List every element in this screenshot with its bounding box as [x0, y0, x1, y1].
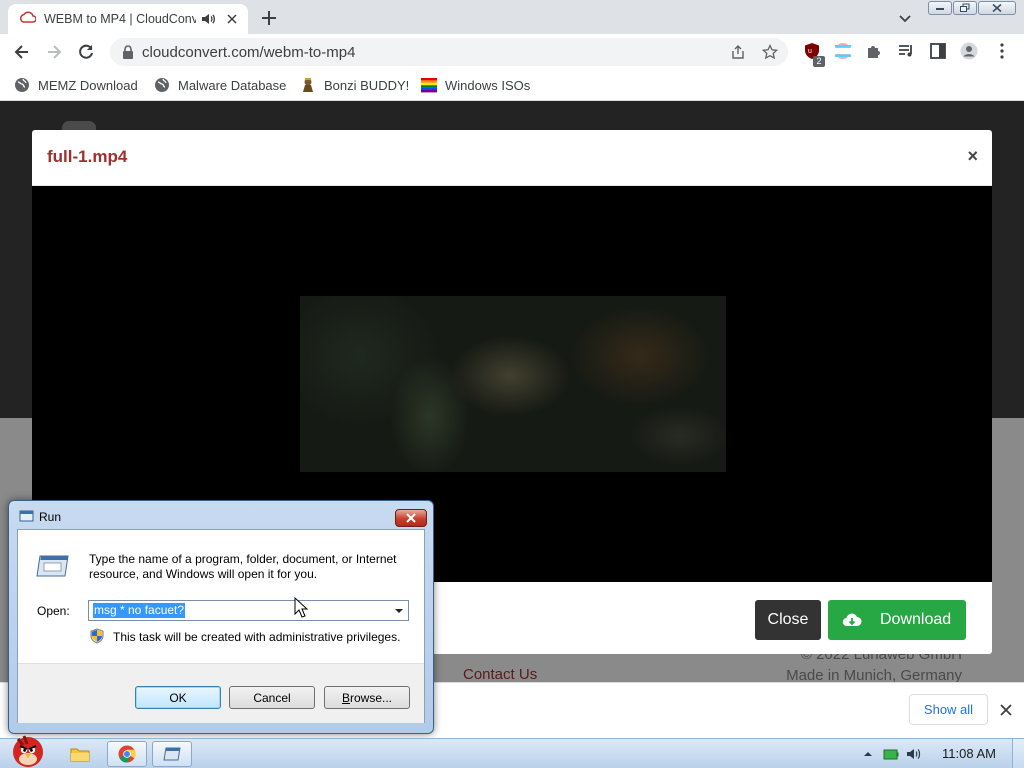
rainbow-flag-icon	[421, 78, 437, 93]
admin-privilege-note: This task will be created with administr…	[113, 630, 401, 644]
close-icon[interactable]	[224, 11, 240, 27]
star-icon[interactable]	[762, 44, 778, 60]
open-label: Open:	[37, 604, 70, 618]
run-titlebar[interactable]: Run	[9, 501, 433, 531]
bookmark-malware-database[interactable]: Malware Database	[154, 76, 286, 94]
run-window-icon	[163, 747, 181, 761]
bookmark-memz-download[interactable]: MEMZ Download	[14, 76, 138, 94]
run-dialog: Run Type the name of a program, folder, …	[8, 500, 434, 734]
address-bar[interactable]: cloudconvert.com/webm-to-mp4	[110, 38, 788, 66]
chrome-icon	[118, 745, 136, 763]
taskbar: 11:08 AM	[0, 735, 1024, 768]
restore-icon	[960, 3, 970, 12]
run-close-button[interactable]	[395, 509, 427, 527]
window-close-button[interactable]	[978, 1, 1016, 15]
run-window-icon	[19, 510, 34, 522]
tab-title: WEBM to MP4 | CloudConv	[44, 12, 196, 26]
video-frame	[300, 296, 726, 472]
battery-icon[interactable]	[883, 746, 899, 762]
browse-mnemonic: B	[341, 690, 350, 705]
plus-icon[interactable]	[258, 7, 280, 29]
bookmark-windows-isos[interactable]: Windows ISOs	[421, 76, 530, 94]
uac-shield-icon	[90, 628, 104, 644]
speaker-icon[interactable]	[200, 11, 216, 27]
modal-title: full-1.mp4	[47, 147, 128, 166]
bookmark-label: Windows ISOs	[445, 77, 531, 93]
run-open-combobox[interactable]: msg * no facuet?	[88, 600, 409, 621]
dropdown-arrow-icon[interactable]	[392, 603, 406, 618]
svg-text:u: u	[808, 48, 812, 55]
url-text[interactable]: cloudconvert.com/webm-to-mp4	[142, 44, 355, 61]
cancel-button[interactable]: Cancel	[229, 686, 315, 709]
browse-button[interactable]: Browse...	[324, 686, 410, 709]
media-queue-icon[interactable]	[897, 42, 915, 60]
minimize-icon	[936, 8, 944, 10]
kebab-menu-icon[interactable]	[993, 42, 1011, 60]
bookmark-label: MEMZ Download	[38, 77, 138, 93]
taskbar-explorer[interactable]	[60, 741, 100, 767]
back-arrow-icon[interactable]	[12, 42, 32, 62]
share-icon[interactable]	[730, 44, 746, 60]
chevron-down-icon[interactable]	[896, 9, 914, 27]
contact-us-link[interactable]: Contact Us	[463, 666, 537, 682]
profile-icon[interactable]	[960, 42, 978, 60]
close-icon	[992, 3, 1002, 13]
run-input-selected-text[interactable]: msg * no facuet?	[93, 603, 186, 618]
close-icon[interactable]	[998, 702, 1014, 718]
minimize-button[interactable]	[928, 1, 952, 15]
download-button[interactable]: Download	[828, 600, 966, 640]
globe-icon	[155, 78, 169, 92]
lock-icon[interactable]	[122, 45, 134, 59]
reload-icon[interactable]	[76, 42, 96, 62]
extension-badge: 2	[813, 56, 825, 67]
show-all-button[interactable]: Show all	[909, 694, 988, 725]
run-description-line1: Type the name of a program, folder, docu…	[89, 552, 397, 566]
download-label: Download	[880, 611, 952, 628]
browser-toolbar: cloudconvert.com/webm-to-mp4 u 2	[0, 34, 1024, 70]
extension-icon[interactable]	[834, 42, 852, 60]
show-desktop-button[interactable]	[1012, 739, 1024, 768]
restore-button[interactable]	[953, 1, 977, 15]
bookmark-bonzi-buddy[interactable]: Bonzi BUDDY!	[300, 76, 409, 94]
show-hidden-icons-icon[interactable]	[860, 746, 876, 762]
mouse-cursor-icon	[294, 597, 308, 618]
cloud-download-icon	[842, 613, 862, 627]
close-button[interactable]: Close	[755, 600, 821, 640]
folder-icon	[70, 748, 90, 762]
ok-button[interactable]: OK	[135, 686, 221, 709]
taskbar-clock[interactable]: 11:08 AM	[942, 746, 996, 761]
run-title: Run	[39, 510, 62, 524]
tab-strip: WEBM to MP4 | CloudConv	[0, 0, 1024, 34]
modal-header: full-1.mp4 ×	[32, 130, 992, 186]
bookmark-label: Malware Database	[178, 77, 287, 93]
volume-icon[interactable]	[906, 746, 922, 762]
modal-close-button[interactable]: ×	[967, 146, 978, 166]
globe-icon	[15, 78, 29, 92]
start-orb-icon[interactable]	[4, 731, 50, 768]
puzzle-icon[interactable]	[865, 42, 883, 60]
close-icon	[406, 513, 416, 523]
run-description-line2: resource, and Windows will open it for y…	[89, 567, 318, 581]
taskbar-run[interactable]	[152, 741, 192, 767]
run-program-icon	[36, 555, 69, 577]
browse-label-rest: rowse...	[350, 690, 393, 705]
cloudconvert-icon	[20, 11, 36, 23]
tab-cloudconvert[interactable]: WEBM to MP4 | CloudConv	[8, 4, 248, 34]
location-text: Made in Munich, Germany	[786, 667, 962, 682]
forward-arrow-icon[interactable]	[44, 42, 64, 62]
bonzi-icon	[303, 78, 313, 92]
bookmarks-bar: MEMZ Download Malware Database Bonzi BUD…	[0, 70, 1024, 101]
side-panel-icon[interactable]	[929, 42, 947, 60]
bookmark-label: Bonzi BUDDY!	[324, 77, 410, 93]
run-body: Type the name of a program, folder, docu…	[17, 529, 425, 723]
taskbar-chrome[interactable]	[107, 741, 147, 767]
